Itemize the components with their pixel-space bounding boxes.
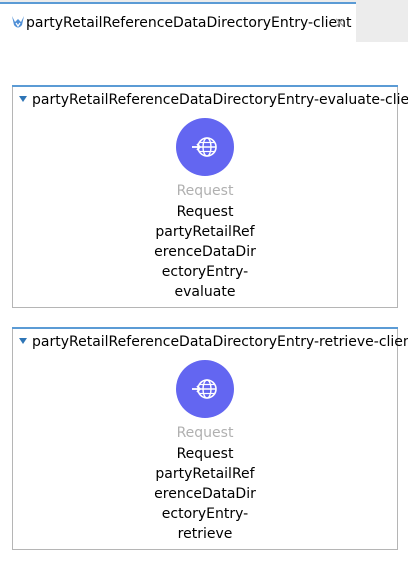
http-request-globe-icon — [192, 379, 217, 399]
flow-retrieve-client[interactable]: partyRetailRef erenceDataDir ectoryEntry-r… — [12, 327, 408, 550]
processor-type: Request — [176, 425, 234, 441]
processor-label-line: partyRetailRef — [155, 224, 255, 240]
processor-type: Request — [176, 183, 234, 199]
http-request-processor[interactable]: Request Request partyRetailRef erenceDat… — [13, 360, 397, 544]
processor-label-line: erenceDataDir — [154, 244, 256, 260]
flow-title: partyRetailReferenceDataDirectoryEntry-e… — [32, 92, 408, 108]
processor-label-line: Request — [176, 446, 234, 462]
close-icon[interactable]: × — [334, 15, 346, 31]
processor-label-line: retrieve — [177, 526, 233, 542]
processor-label: Request partyRetailRef erenceDataDir ect… — [13, 202, 397, 302]
collapse-triangle-icon[interactable] — [19, 338, 27, 344]
editor-tab[interactable]: partyRetailReferenceDataDirectoryEntry-c… — [0, 2, 356, 42]
tab-title: partyRetailReferenceDataDirectoryEntry-c… — [26, 15, 352, 31]
collapse-triangle-icon[interactable] — [19, 96, 27, 102]
editor-tab-bar: partyRetailReferenceDataDirectoryEntry-c… — [0, 0, 408, 42]
processor-label: Request partyRetailRef erenceDataDir ect… — [13, 444, 397, 544]
processor-label-line: Request — [176, 204, 234, 220]
processor-label-line: evaluate — [174, 284, 236, 300]
mule-app-icon — [8, 13, 28, 33]
processor-label-line: erenceDataDir — [154, 486, 256, 502]
processor-label-line: ectoryEntry- — [161, 506, 249, 522]
processor-circle[interactable] — [176, 118, 234, 176]
processor-label-line: ectoryEntry- — [161, 264, 249, 280]
flow-evaluate-client[interactable]: partyRetailRef erenceDataDir ectoryEntry-e… — [12, 85, 408, 308]
http-request-processor[interactable]: Request Request partyRetailRef erenceDat… — [13, 118, 397, 302]
http-request-globe-icon — [192, 137, 217, 157]
processor-circle[interactable] — [176, 360, 234, 418]
processor-label-line: partyRetailRef — [155, 466, 255, 482]
flow-title: partyRetailReferenceDataDirectoryEntry-r… — [32, 334, 408, 350]
